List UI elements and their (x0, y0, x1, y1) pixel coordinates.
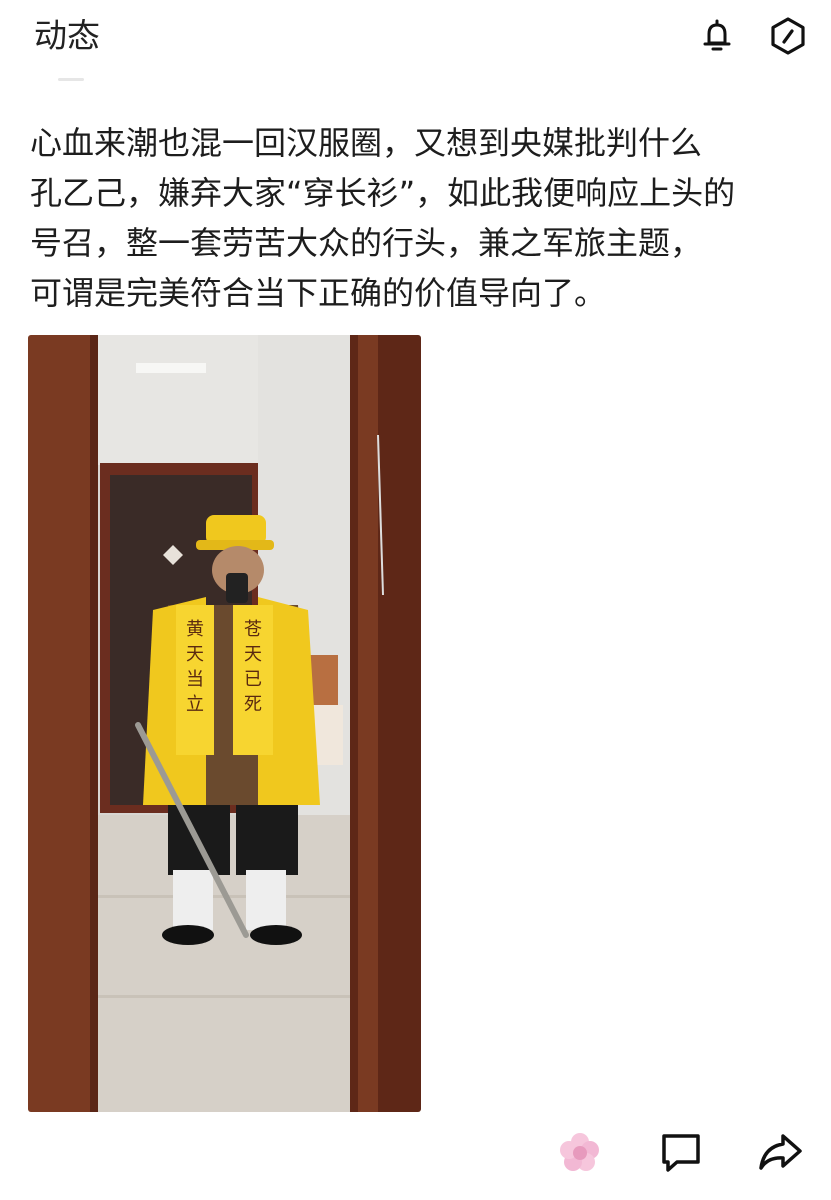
svg-text:黄: 黄 (186, 619, 204, 640)
post-photo[interactable]: 黄 天 当 立 苍 天 已 死 (28, 335, 421, 1112)
top-bar: 动态 (0, 0, 831, 81)
hexagon-settings-icon[interactable] (768, 16, 808, 56)
bell-icon[interactable] (697, 16, 737, 56)
svg-text:天: 天 (244, 644, 262, 665)
post-actions (0, 1120, 831, 1190)
share-icon[interactable] (756, 1128, 804, 1176)
comment-icon[interactable] (657, 1128, 705, 1176)
title-underline (58, 78, 84, 81)
svg-text:死: 死 (244, 694, 262, 715)
flower-sticker-icon[interactable] (556, 1128, 604, 1176)
svg-text:立: 立 (186, 694, 204, 715)
svg-text:天: 天 (186, 644, 204, 665)
svg-text:已: 已 (244, 669, 262, 690)
page-title: 动态 (34, 16, 100, 55)
post-text: 心血来潮也混一回汉服圈，又想到央媒批判什么 孔乙己，嫌弃大家“穿长衫”，如此我便… (30, 124, 736, 312)
svg-text:当: 当 (186, 669, 204, 690)
svg-text:苍: 苍 (244, 619, 262, 640)
